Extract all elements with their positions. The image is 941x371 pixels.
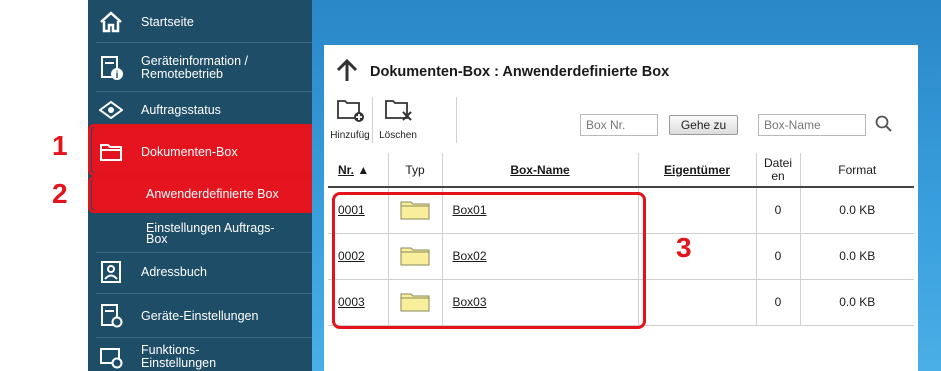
sort-asc-icon: ▲ — [357, 162, 370, 177]
eye-icon — [98, 97, 124, 123]
box-size: 0.0 KB — [799, 187, 914, 234]
delete-box-button[interactable]: Löschen — [376, 97, 420, 147]
col-typ-header: Typ — [387, 153, 442, 188]
toolbar-separator — [372, 97, 373, 143]
device-info-icon: i — [98, 55, 124, 81]
home-icon — [98, 9, 124, 35]
sidebar-item-label: Funktions- Einstellungen — [141, 343, 217, 370]
col-nr-header[interactable]: Nr. ▲ — [328, 153, 388, 188]
box-file-count: 0 — [755, 233, 800, 280]
sidebar-item-label: Startseite — [141, 14, 194, 29]
box-file-count: 0 — [755, 187, 800, 234]
sidebar-item-adressbuch[interactable]: Adressbuch — [88, 258, 330, 286]
box-owner — [637, 279, 756, 326]
up-arrow-icon[interactable] — [336, 58, 358, 88]
delete-box-label: Löschen — [379, 130, 417, 141]
box-nr-input[interactable]: Box Nr. — [580, 114, 658, 136]
box-nr-placeholder: Box Nr. — [586, 118, 626, 132]
highlight-frame-2 — [88, 176, 324, 213]
page-title: Dokumenten-Box : Anwenderdefinierte Box — [370, 64, 670, 80]
callout-3: 3 — [676, 232, 692, 263]
sidebar-item-label: Adressbuch — [141, 264, 208, 279]
toolbar-separator — [456, 97, 457, 143]
add-folder-icon — [335, 97, 365, 128]
highlight-frame-1 — [88, 124, 324, 176]
sidebar-item-funktions-einstellungen[interactable]: Funktions- Einstellungen — [88, 342, 330, 371]
add-box-label: Hinzufüg — [330, 130, 370, 141]
col-format-header: Format — [799, 153, 914, 188]
search-icon[interactable] — [875, 115, 893, 138]
address-book-icon — [98, 259, 124, 285]
highlight-frame-3 — [332, 192, 646, 329]
sidebar-item-label: Auftragsstatus — [141, 102, 221, 117]
box-owner — [637, 233, 756, 280]
sidebar-item-geraete-einstellungen[interactable]: Geräte-Einstellungen — [88, 302, 330, 330]
box-size: 0.0 KB — [799, 279, 914, 326]
box-name-input[interactable]: Box-Name — [758, 114, 866, 136]
table-header-row: Nr. ▲ Typ Box-Name Eigentümer Datei en Fo… — [328, 153, 914, 188]
sidebar-subitem-einstellungen-auftrags-box[interactable]: Einstellungen Auftrags- Box — [88, 219, 330, 249]
box-owner — [637, 187, 756, 234]
callout-2: 2 — [52, 178, 68, 209]
callout-1: 1 — [52, 130, 68, 161]
function-settings-icon — [98, 344, 124, 370]
svg-text:i: i — [116, 70, 119, 81]
sidebar-item-label: Geräte-Einstellungen — [141, 308, 259, 323]
sidebar-item-auftragsstatus[interactable]: Auftragsstatus — [88, 96, 330, 124]
add-box-button[interactable]: Hinzufüg — [328, 97, 372, 147]
col-name-header[interactable]: Box-Name — [441, 153, 638, 188]
sidebar-item-label: Geräteinformation / Remotebetrieb — [141, 54, 248, 81]
sidebar-item-label: Einstellungen Auftrags- Box — [146, 221, 275, 246]
device-settings-icon — [98, 303, 124, 329]
delete-folder-icon — [383, 97, 413, 128]
sidebar-item-geraeteinformation[interactable]: i Geräteinformation / Remotebetrieb — [88, 50, 330, 86]
sidebar-item-startseite[interactable]: Startseite — [88, 8, 330, 36]
box-size: 0.0 KB — [799, 233, 914, 280]
col-files-header: Datei en — [755, 153, 800, 188]
go-to-button[interactable]: Gehe zu — [669, 115, 738, 135]
box-file-count: 0 — [755, 279, 800, 326]
box-name-placeholder: Box-Name — [764, 118, 821, 132]
col-owner-header[interactable]: Eigentümer — [637, 153, 756, 188]
